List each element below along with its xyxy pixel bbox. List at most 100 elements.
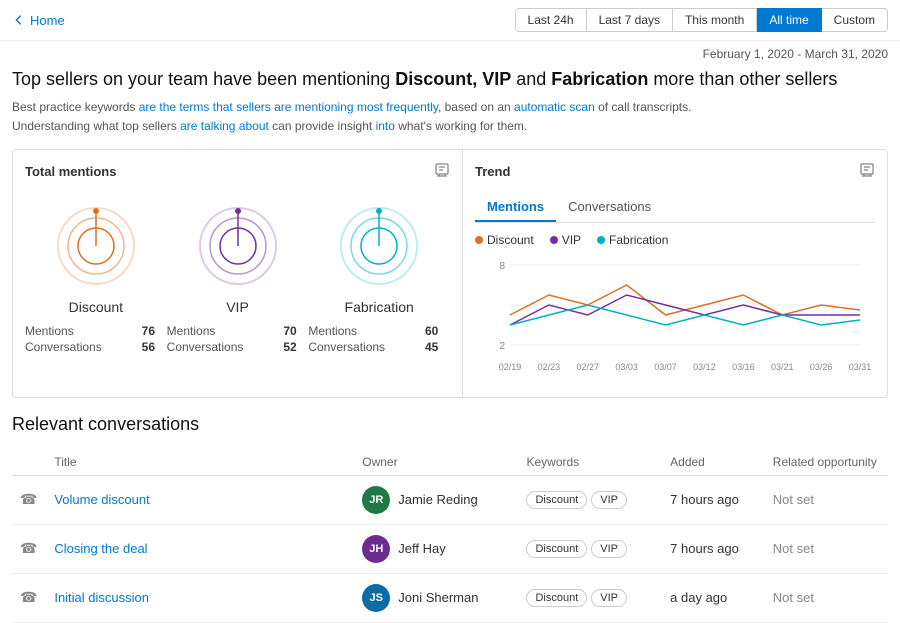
keyword-name: VIP — [226, 299, 249, 315]
trend-chart-svg: 8202/1902/2302/2703/0303/0703/1203/1603/… — [475, 255, 875, 385]
top-nav: Home Last 24hLast 7 daysThis monthAll ti… — [0, 0, 900, 41]
circle-svg-discount — [51, 201, 141, 291]
headline: Top sellers on your team have been menti… — [0, 63, 900, 98]
x-axis-label: 03/12 — [693, 362, 716, 372]
time-filter-last24h[interactable]: Last 24h — [515, 8, 587, 32]
subtext-line1: Best practice keywords are the terms tha… — [12, 98, 888, 117]
conversations-tbody: ☎Volume discountJRJamie RedingDiscountVI… — [12, 475, 888, 622]
headline-fabrication: Fabrication — [551, 69, 648, 89]
time-filter-custom[interactable]: Custom — [822, 8, 888, 32]
legend-dot — [550, 236, 558, 244]
home-link[interactable]: Home — [12, 13, 65, 28]
trend-panel: Trend MentionsConversations DiscountVIPF… — [463, 150, 887, 397]
legend-item-vip: VIP — [550, 233, 581, 247]
keyword-tag[interactable]: Discount — [526, 540, 587, 558]
keyword-name: Fabrication — [345, 299, 414, 315]
subtext-link1[interactable]: are the terms that sellers are mentionin… — [139, 100, 438, 114]
headline-after: more than other sellers — [648, 69, 837, 89]
table-row: ☎ Closing the deal JHJeff Hay DiscountVIP 7 … — [12, 524, 888, 573]
conversation-keywords: DiscountVIP — [518, 475, 662, 524]
conversation-title[interactable]: Closing the deal — [46, 524, 354, 573]
keyword-name: Discount — [69, 299, 123, 315]
trend-chart: 8202/1902/2302/2703/0303/0703/1203/1603/… — [475, 255, 875, 385]
subtext-line2: Understanding what top sellers are talki… — [12, 117, 888, 136]
phone-icon-cell: ☎ — [12, 475, 46, 524]
mentions-stat: Mentions 60 — [308, 323, 438, 339]
keyword-tag[interactable]: VIP — [591, 491, 627, 509]
mentions-title-text: Total mentions — [25, 164, 116, 179]
conversation-keywords: DiscountVIP — [518, 573, 662, 622]
owner-avatar: JS — [362, 584, 390, 612]
phone-icon: ☎ — [20, 540, 37, 556]
col-header-owner: Owner — [354, 449, 518, 476]
col-header-icon — [12, 449, 46, 476]
owner-cell: JR Jamie Reding — [362, 486, 510, 514]
owner-name: Joni Sherman — [398, 590, 478, 605]
owner-name: Jeff Hay — [398, 541, 445, 556]
keywords-cell: DiscountVIP — [526, 540, 654, 558]
subtext-link3[interactable]: are talking about — [180, 119, 269, 133]
subtext-link2[interactable]: automatic scan — [514, 100, 595, 114]
owner-avatar: JR — [362, 486, 390, 514]
date-range: February 1, 2020 - March 31, 2020 — [0, 41, 900, 63]
y-axis-label: 2 — [499, 341, 505, 352]
trend-tab-mentions[interactable]: Mentions — [475, 193, 556, 222]
keyword-tag[interactable]: VIP — [591, 589, 627, 607]
circle-svg-vip — [193, 201, 283, 291]
time-filter-group: Last 24hLast 7 daysThis monthAll timeCus… — [515, 8, 888, 32]
conversation-owner: JR Jamie Reding — [354, 475, 518, 524]
trend-panel-icon[interactable] — [859, 162, 875, 181]
conversation-added: 7 hours ago — [662, 524, 765, 573]
keyword-item-vip: VIP Mentions 70 Conversations 52 — [167, 201, 309, 355]
mentions-stat: Mentions 70 — [167, 323, 297, 339]
conversation-owner: JS Joni Sherman — [354, 573, 518, 622]
owner-name: Jamie Reding — [398, 492, 478, 507]
phone-icon-cell: ☎ — [12, 524, 46, 573]
keyword-tag[interactable]: VIP — [591, 540, 627, 558]
col-header-added: Added — [662, 449, 765, 476]
legend-dot — [597, 236, 605, 244]
time-filter-alltime[interactable]: All time — [757, 8, 821, 32]
keyword-item-fabrication: Fabrication Mentions 60 Conversations 45 — [308, 201, 450, 355]
table-row: ☎Volume discount JR Jamie Reding DiscountVI… — [12, 475, 888, 524]
x-axis-label: 03/03 — [615, 362, 638, 372]
owner-cell: JHJeff Hay — [362, 535, 510, 563]
keyword-stats: Mentions 70 Conversations 52 — [167, 323, 309, 355]
circle-svg-fabrication — [334, 201, 424, 291]
legend-item-discount: Discount — [475, 233, 534, 247]
trend-tabs: MentionsConversations — [475, 193, 875, 223]
subtext: Best practice keywords are the terms tha… — [0, 98, 900, 148]
conversation-owner: JHJeff Hay — [354, 524, 518, 573]
conversation-opportunity: Not set — [765, 475, 888, 524]
circle-container — [193, 201, 283, 291]
x-axis-label: 02/23 — [538, 362, 561, 372]
conversations-stat: Conversations 56 — [25, 339, 155, 355]
mentions-panel-icon[interactable] — [434, 162, 450, 181]
conversation-opportunity: Not set — [765, 573, 888, 622]
circle-container — [334, 201, 424, 291]
keyword-tag[interactable]: Discount — [526, 589, 587, 607]
col-header-opportunity: Related opportunity — [765, 449, 888, 476]
conversations-section: Relevant conversations Title Owner Keywo… — [0, 414, 900, 623]
table-header: Title Owner Keywords Added Related oppor… — [12, 449, 888, 476]
col-header-keywords: Keywords — [518, 449, 662, 476]
keywords-cell: DiscountVIP — [526, 491, 654, 509]
legend-label: VIP — [562, 233, 581, 247]
trend-tab-conversations[interactable]: Conversations — [556, 193, 663, 222]
time-filter-last7d[interactable]: Last 7 days — [587, 8, 673, 32]
keyword-stats: Mentions 60 Conversations 45 — [308, 323, 450, 355]
owner-cell: JS Joni Sherman — [362, 584, 510, 612]
keyword-circles: Discount Mentions 76 Conversations 56 VI… — [25, 193, 450, 363]
home-label: Home — [30, 13, 65, 28]
conversations-table: Title Owner Keywords Added Related oppor… — [12, 449, 888, 623]
time-filter-thismonth[interactable]: This month — [673, 8, 757, 32]
subtext-link4[interactable]: into — [376, 119, 395, 133]
keyword-tag[interactable]: Discount — [526, 491, 587, 509]
trend-panel-title: Trend — [475, 162, 875, 181]
keyword-stats: Mentions 76 Conversations 56 — [25, 323, 167, 355]
conversation-added: a day ago — [662, 573, 765, 622]
x-axis-label: 03/31 — [849, 362, 872, 372]
conversation-title[interactable]: Initial discussion — [46, 573, 354, 622]
conversation-title[interactable]: Volume discount — [46, 475, 354, 524]
conversations-section-title: Relevant conversations — [12, 414, 888, 435]
